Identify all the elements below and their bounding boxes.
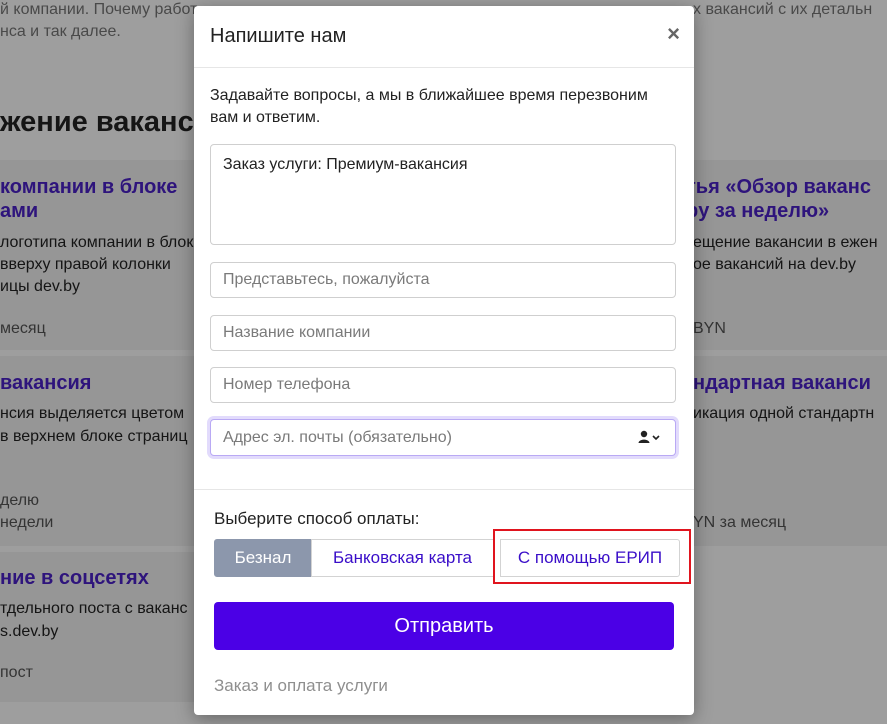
person-icon[interactable] [638,430,662,447]
contact-modal: Напишите нам × Задавайте вопросы, а мы в… [194,6,694,715]
submit-button[interactable]: Отправить [214,602,674,650]
modal-header: Напишите нам × [194,6,694,68]
company-input[interactable] [210,315,676,351]
modal-title: Напишите нам [210,25,347,47]
message-textarea[interactable] [210,144,676,245]
divider [194,489,694,490]
person-icon-svg [638,430,660,443]
email-input[interactable] [210,419,676,456]
highlight-box [493,529,691,584]
close-icon[interactable]: × [667,22,680,46]
payment-option-card[interactable]: Банковская карта [311,539,494,577]
modal-description: Задавайте вопросы, а мы в ближайшее врем… [210,87,648,126]
payment-option-beznal[interactable]: Безнал [214,539,312,577]
payment-label: Выберите способ оплаты: [214,509,420,528]
phone-input[interactable] [210,367,676,403]
name-input[interactable] [210,262,676,298]
order-payment-link[interactable]: Заказ и оплата услуги [214,676,388,696]
